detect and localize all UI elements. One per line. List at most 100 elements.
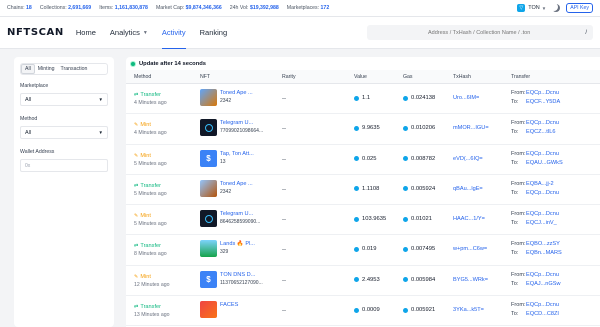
to-address-link[interactable]: EQCZ...tIL6 xyxy=(526,129,556,135)
rarity-value: -- xyxy=(282,186,286,193)
ton-icon xyxy=(403,307,408,313)
from-address-link[interactable]: EQCp...Dcnu xyxy=(526,120,559,126)
nav-home[interactable]: Home xyxy=(76,17,96,48)
nft-name-link[interactable]: Lands 🔥 Pl... xyxy=(220,241,255,247)
stat-marketcap-value[interactable]: $9,874,346,366 xyxy=(186,5,222,11)
ton-icon xyxy=(354,246,359,252)
transfer-arrow-icon: ⇄ xyxy=(134,243,139,250)
wallet-field[interactable]: 0x xyxy=(20,159,108,172)
table-row[interactable]: ✎ Mint 12 Minutes ago $ TON DNS D... 11370… xyxy=(126,266,600,297)
nav-ranking[interactable]: Ranking xyxy=(200,17,228,48)
to-address-link[interactable]: EQCJ...inV_ xyxy=(526,220,557,226)
txhash-link[interactable]: qBAu...lgE= xyxy=(453,186,483,192)
table-row[interactable]: ✎ Mint 5 Minutes ago Telegram U... 8646258… xyxy=(126,205,600,236)
from-address-link[interactable]: EQCp...Dcnu xyxy=(526,302,559,308)
from-address-link[interactable]: EQCp...Dcnu xyxy=(526,211,559,217)
nav-activity[interactable]: Activity xyxy=(161,17,186,49)
nft-name-link[interactable]: Telegram U... xyxy=(220,211,260,217)
tab-minting[interactable]: Minting xyxy=(35,64,58,74)
method-cell: ⇄ Transfer 8 Minutes ago xyxy=(134,243,167,257)
nft-name-link[interactable]: Tap, Ton Att... xyxy=(220,151,254,157)
nft-cell: $ Tap, Ton Att... 13 xyxy=(200,149,254,167)
transfer-arrow-icon: ⇄ xyxy=(134,304,139,311)
stat-marketplaces: Marketplaces: 172 xyxy=(286,5,330,11)
time-ago: 13 Minutes ago xyxy=(134,312,170,319)
chevron-down-icon: ▼ xyxy=(98,130,103,135)
to-address-link[interactable]: EQCp...Dcnu xyxy=(526,190,559,196)
stat-items: Items: 1,161,830,878 xyxy=(99,5,148,11)
nft-thumbnail[interactable] xyxy=(200,301,217,319)
nft-name-link[interactable]: Toned Ape ... xyxy=(220,181,253,187)
stat-items-value[interactable]: 1,161,830,878 xyxy=(115,5,148,11)
to-address-link[interactable]: EQAU...GWkS xyxy=(526,160,563,166)
to-address-link[interactable]: EQCD...C8ZI xyxy=(526,311,559,317)
from-address-link[interactable]: EQCp...Dcnu xyxy=(526,90,559,96)
value-cell: 103.9635 xyxy=(354,216,386,222)
update-text: Update after 14 seconds xyxy=(139,60,207,67)
txhash-link[interactable]: w+pm...C6w= xyxy=(453,246,487,252)
txhash-link[interactable]: BYG5...WRk= xyxy=(453,277,488,283)
nft-id: 8646258599090... xyxy=(220,219,261,226)
txhash-link[interactable]: 3YKa...k5T= xyxy=(453,307,484,313)
transfer-cell: From: EQBA...jj-2 To: EQCp...Dcnu xyxy=(511,180,559,196)
marketplace-select[interactable]: All ▼ xyxy=(20,93,108,106)
tab-all[interactable]: All xyxy=(21,64,35,74)
dollar-icon: $ xyxy=(206,274,211,284)
txhash-link[interactable]: mMOR...IGU= xyxy=(453,125,489,131)
nft-thumbnail[interactable] xyxy=(200,179,217,197)
nft-name-link[interactable]: Toned Ape ... xyxy=(220,90,253,96)
dark-mode-icon[interactable] xyxy=(552,4,560,12)
nft-thumbnail[interactable]: $ xyxy=(200,270,217,288)
transfer-cell: From: EQCp...Dcnu To: EQCZ...tIL6 xyxy=(511,120,559,136)
chevron-down-icon: ▼ xyxy=(142,29,148,36)
method-cell: ✎ Mint 4 Minutes ago xyxy=(134,122,167,136)
nft-name-link[interactable]: FACES xyxy=(220,302,238,308)
from-address-link[interactable]: EQCp...Dcnu xyxy=(526,151,559,157)
chain-selector[interactable]: ▽ TON ▼ xyxy=(517,4,546,12)
from-address-link[interactable]: EQBA...jj-2 xyxy=(526,181,554,187)
txhash-link[interactable]: HAAC...1/Y= xyxy=(453,216,485,222)
to-address-link[interactable]: EQAJ...nGSw xyxy=(526,281,561,287)
method-transfer: ⇄ Transfer xyxy=(134,304,161,311)
stat-chains-value[interactable]: 18 xyxy=(26,5,32,11)
method-select[interactable]: All ▼ xyxy=(20,126,108,139)
gas-cell: 0.01021 xyxy=(403,216,432,222)
stats-right: ▽ TON ▼ API Key xyxy=(517,3,593,13)
nft-name-link[interactable]: Telegram U... xyxy=(220,120,263,126)
value-cell: 2.4953 xyxy=(354,277,380,283)
value-cell: 0.0009 xyxy=(354,307,380,313)
nft-thumbnail[interactable] xyxy=(200,119,217,137)
stat-volume-value[interactable]: $19,392,988 xyxy=(250,5,279,11)
time-ago: 12 Minutes ago xyxy=(134,281,170,288)
mint-icon: ✎ xyxy=(134,122,139,129)
table-row[interactable]: ⇄ Transfer 8 Minutes ago Lands 🔥 Pl... 329… xyxy=(126,235,600,266)
txhash-link[interactable]: Uro...6IM= xyxy=(453,95,479,101)
nft-name-link[interactable]: TON DNS D... xyxy=(220,272,263,278)
nft-id: 77099021098664... xyxy=(220,128,264,135)
table-row[interactable]: ⇄ Transfer 13 Minutes ago FACES -- 0.0009… xyxy=(126,296,600,327)
stat-collections-value[interactable]: 2,691,669 xyxy=(68,5,91,11)
tab-transaction[interactable]: Transaction xyxy=(58,64,91,74)
nft-thumbnail[interactable] xyxy=(200,240,217,258)
search-box: / xyxy=(367,25,593,40)
stat-marketplaces-value[interactable]: 172 xyxy=(321,5,330,11)
from-address-link[interactable]: EQBO...zzSY xyxy=(526,241,560,247)
txhash-link[interactable]: eVD(...6IQ= xyxy=(453,156,483,162)
search-input[interactable] xyxy=(373,29,586,36)
nft-thumbnail[interactable]: $ xyxy=(200,149,217,167)
nft-thumbnail[interactable] xyxy=(200,89,217,106)
nav-analytics[interactable]: Analytics ▼ xyxy=(110,17,148,48)
from-address-link[interactable]: EQCp...Dcnu xyxy=(526,272,559,278)
table-row[interactable]: ⇄ Transfer 5 Minutes ago Toned Ape ... 234… xyxy=(126,175,600,206)
ton-icon xyxy=(354,277,359,283)
to-address-link[interactable]: EQBn...MARS xyxy=(526,250,562,256)
method-mint: ✎ Mint xyxy=(134,213,151,220)
nft-thumbnail[interactable] xyxy=(200,210,217,228)
table-row[interactable]: ✎ Mint 4 Minutes ago Telegram U... 7709902… xyxy=(126,114,600,145)
table-row[interactable]: ✎ Mint 5 Minutes ago $ Tap, Ton Att... 13 … xyxy=(126,145,600,175)
api-key-button[interactable]: API Key xyxy=(566,3,593,13)
to-address-link[interactable]: EQCF...Y5DA xyxy=(526,99,560,105)
gas-cell: 0.005921 xyxy=(403,307,435,313)
logo[interactable]: NFTSCAN xyxy=(7,27,64,38)
table-row[interactable]: ⇄ Transfer 4 Minutes ago Toned Ape ... 234… xyxy=(126,84,600,115)
